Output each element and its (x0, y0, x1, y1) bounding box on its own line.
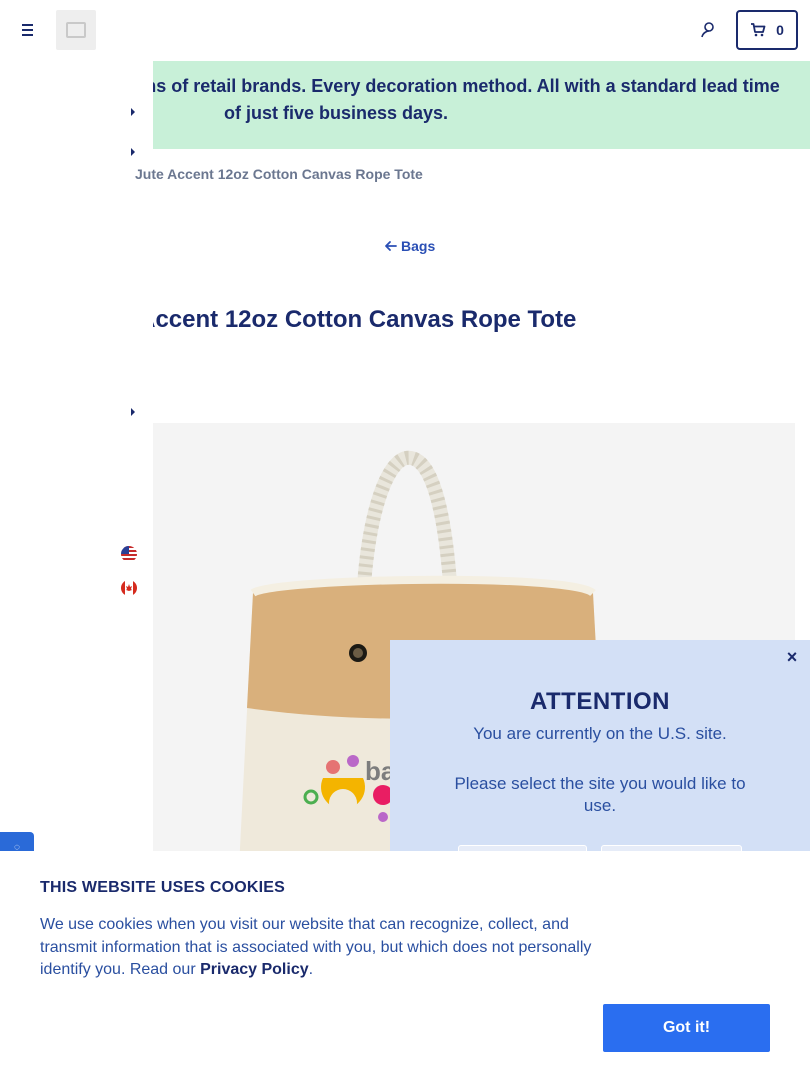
cookie-text-body: We use cookies when you visit our websit… (40, 916, 592, 978)
caret-right-icon[interactable] (129, 147, 137, 157)
site-header: 0 (0, 0, 810, 61)
cookie-title: THIS WEBSITE USES COOKIES (40, 879, 286, 896)
cart-icon (751, 23, 766, 37)
breadcrumb-current: Jute Accent 12oz Cotton Canvas Rope Tote (135, 166, 423, 182)
canada-flag-icon[interactable] (121, 580, 137, 596)
arrow-left-icon (385, 241, 397, 251)
close-icon[interactable]: × (784, 648, 800, 666)
cookie-text-end: . (308, 961, 314, 978)
cookie-text: We use cookies when you visit our websit… (40, 914, 610, 982)
got-it-button[interactable]: Got it! (603, 1004, 770, 1052)
caret-right-icon[interactable] (129, 407, 137, 417)
privacy-policy-link[interactable]: Privacy Policy (200, 961, 309, 978)
title-clip: Jute Accent 12oz Cotton Canvas Rope Tote (153, 300, 810, 340)
us-flag-icon[interactable] (121, 546, 137, 562)
hamburger-icon[interactable] (18, 20, 38, 40)
modal-current-site-text: You are currently on the U.S. site. (473, 724, 727, 743)
cart-button[interactable]: 0 (736, 10, 798, 50)
promo-text: Thousands of products. Dozens of retail … (153, 76, 780, 123)
modal-title: ATTENTION (529, 688, 671, 715)
user-icon[interactable] (698, 20, 718, 40)
cookie-banner: THIS WEBSITE USES COOKIES We use cookies… (0, 851, 810, 1080)
back-link-label: Bags (401, 238, 436, 254)
promo-banner: Thousands of products. Dozens of retail … (153, 61, 810, 149)
cart-count: 0 (776, 22, 784, 38)
modal-select-site-text: Please select the site you would like to… (454, 774, 746, 815)
breadcrumb: Jute Accent 12oz Cotton Canvas Rope Tote (135, 166, 423, 182)
site-select-modal: × ATTENTION You are currently on the U.S… (390, 640, 810, 875)
page: 0 Thousands of products. Dozens of retai… (0, 0, 810, 1080)
back-to-bags-link[interactable]: Bags (384, 238, 435, 254)
logo[interactable] (56, 10, 96, 50)
page-title: Jute Accent 12oz Cotton Canvas Rope Tote (153, 306, 577, 333)
caret-right-icon[interactable] (129, 107, 137, 117)
